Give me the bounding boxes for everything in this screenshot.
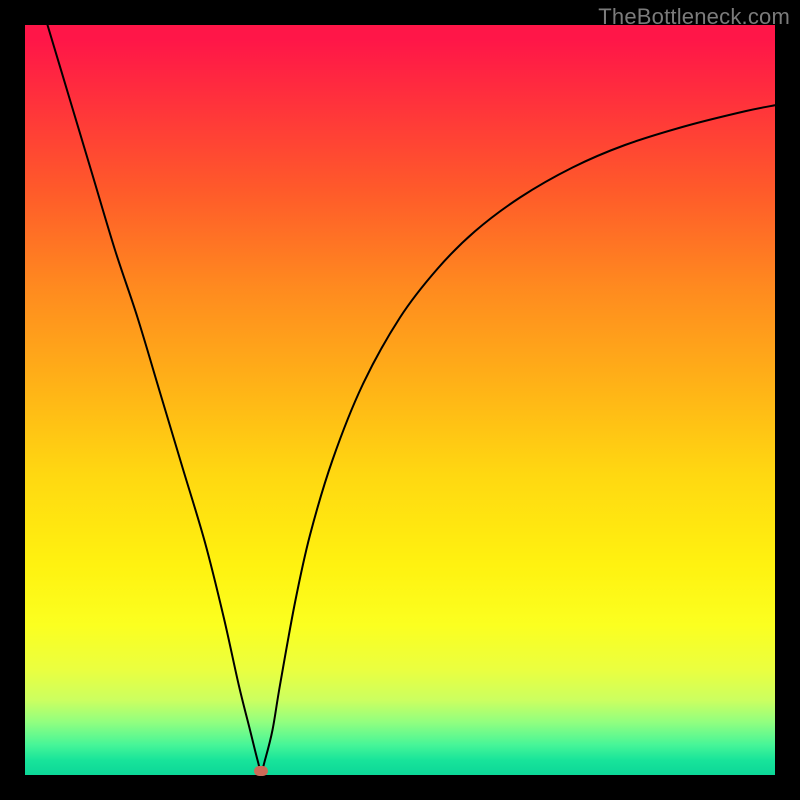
bottleneck-curve xyxy=(48,25,776,771)
chart-stage: TheBottleneck.com xyxy=(0,0,800,800)
optimum-marker xyxy=(254,766,268,776)
curve-svg xyxy=(25,25,775,775)
attribution-text: TheBottleneck.com xyxy=(598,4,790,30)
